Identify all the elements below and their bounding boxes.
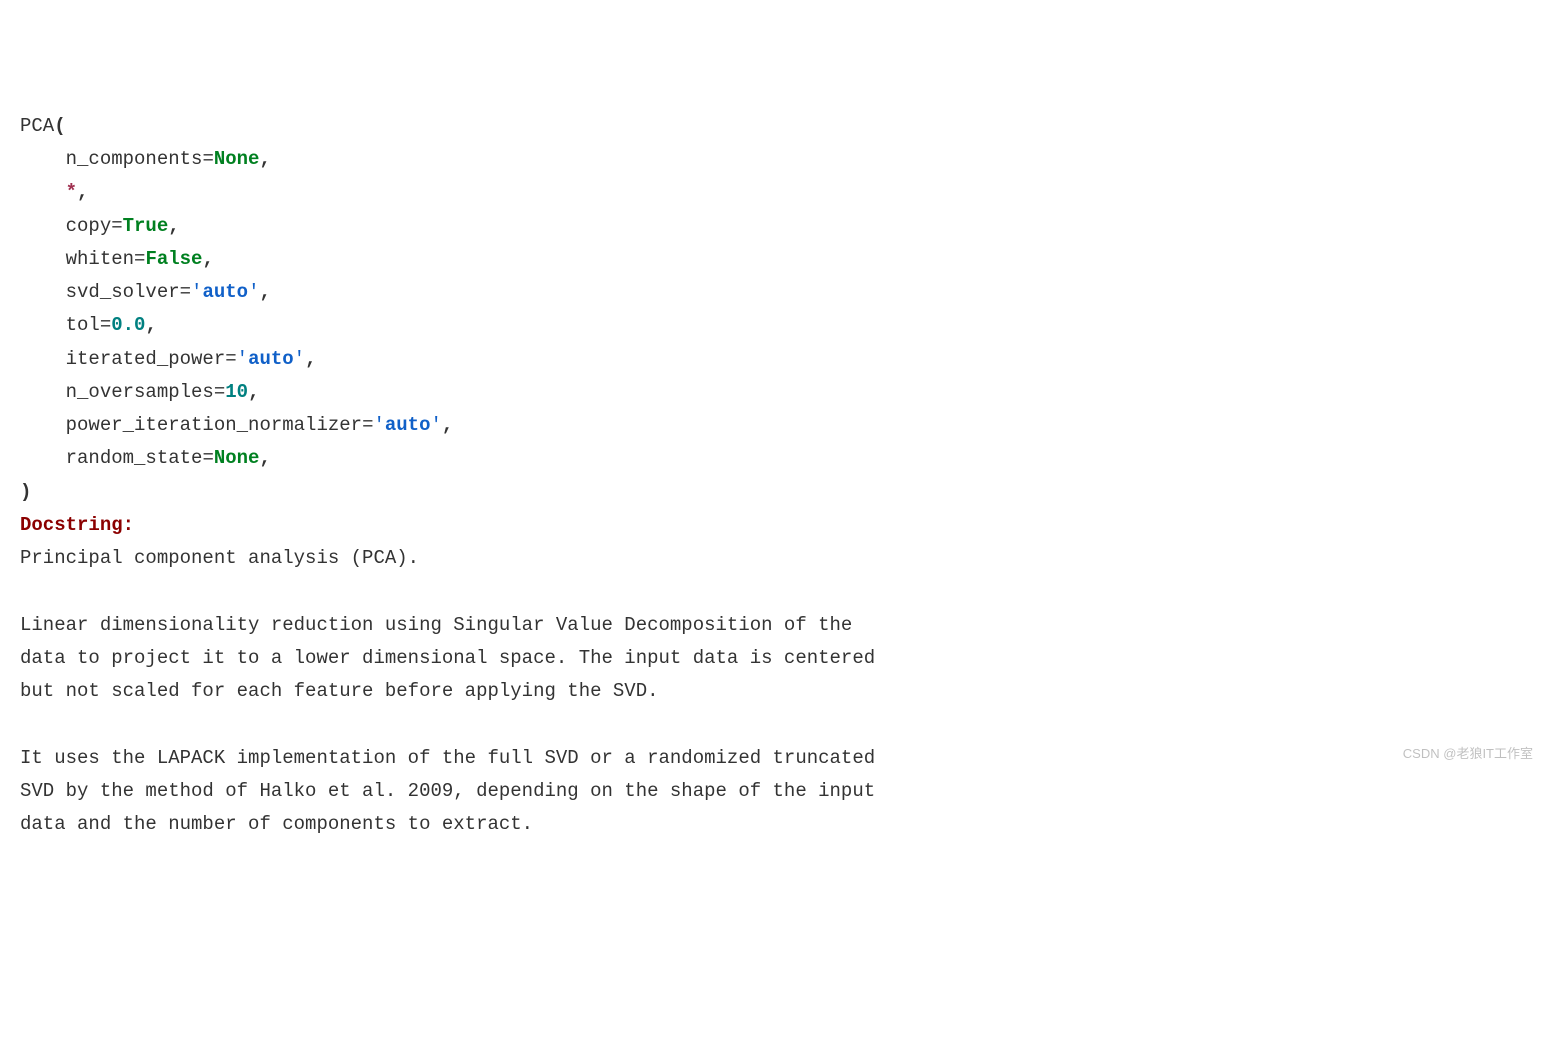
param-value-n_components: None (214, 148, 260, 170)
equals: = (134, 248, 145, 270)
param-name-n_oversamples: n_oversamples (66, 381, 214, 403)
comma: , (442, 414, 453, 436)
open-paren: ( (54, 115, 65, 137)
quote: ' (237, 348, 248, 370)
equals: = (180, 281, 191, 303)
comma: , (248, 381, 259, 403)
comma: , (168, 215, 179, 237)
quote: ' (191, 281, 202, 303)
param-value-copy: True (123, 215, 169, 237)
param-value-whiten: False (145, 248, 202, 270)
function-signature: PCA( n_components=None, *, copy=True, wh… (20, 110, 1523, 509)
comma: , (259, 281, 270, 303)
param-name-svd_solver: svd_solver (66, 281, 180, 303)
param-value-tol: 0.0 (111, 314, 145, 336)
param-value-svd_solver: auto (202, 281, 248, 303)
param-value-random_state: None (214, 447, 260, 469)
watermark-text: CSDN @老狼IT工作室 (1403, 743, 1533, 766)
param-name-n_components: n_components (66, 148, 203, 170)
param-name-iterated_power: iterated_power (66, 348, 226, 370)
param-name-power_iteration_normalizer: power_iteration_normalizer (66, 414, 362, 436)
param-name-whiten: whiten (66, 248, 134, 270)
comma: , (145, 314, 156, 336)
close-paren: ) (20, 481, 31, 503)
param-value-power_iteration_normalizer: auto (385, 414, 431, 436)
quote: ' (373, 414, 384, 436)
param-name-tol: tol (66, 314, 100, 336)
star-separator: * (66, 181, 77, 203)
param-name-random_state: random_state (66, 447, 203, 469)
docstring-label: Docstring: (20, 514, 134, 536)
equals: = (111, 215, 122, 237)
equals: = (202, 148, 213, 170)
quote: ' (430, 414, 441, 436)
comma: , (259, 447, 270, 469)
quote: ' (248, 281, 259, 303)
comma: , (77, 181, 88, 203)
quote: ' (294, 348, 305, 370)
comma: , (259, 148, 270, 170)
equals: = (100, 314, 111, 336)
param-name-copy: copy (66, 215, 112, 237)
equals: = (225, 348, 236, 370)
equals: = (214, 381, 225, 403)
comma: , (202, 248, 213, 270)
func-name: PCA (20, 115, 54, 137)
param-value-iterated_power: auto (248, 348, 294, 370)
equals: = (202, 447, 213, 469)
equals: = (362, 414, 373, 436)
docstring-body: Principal component analysis (PCA). Line… (20, 547, 875, 835)
param-value-n_oversamples: 10 (225, 381, 248, 403)
comma: , (305, 348, 316, 370)
